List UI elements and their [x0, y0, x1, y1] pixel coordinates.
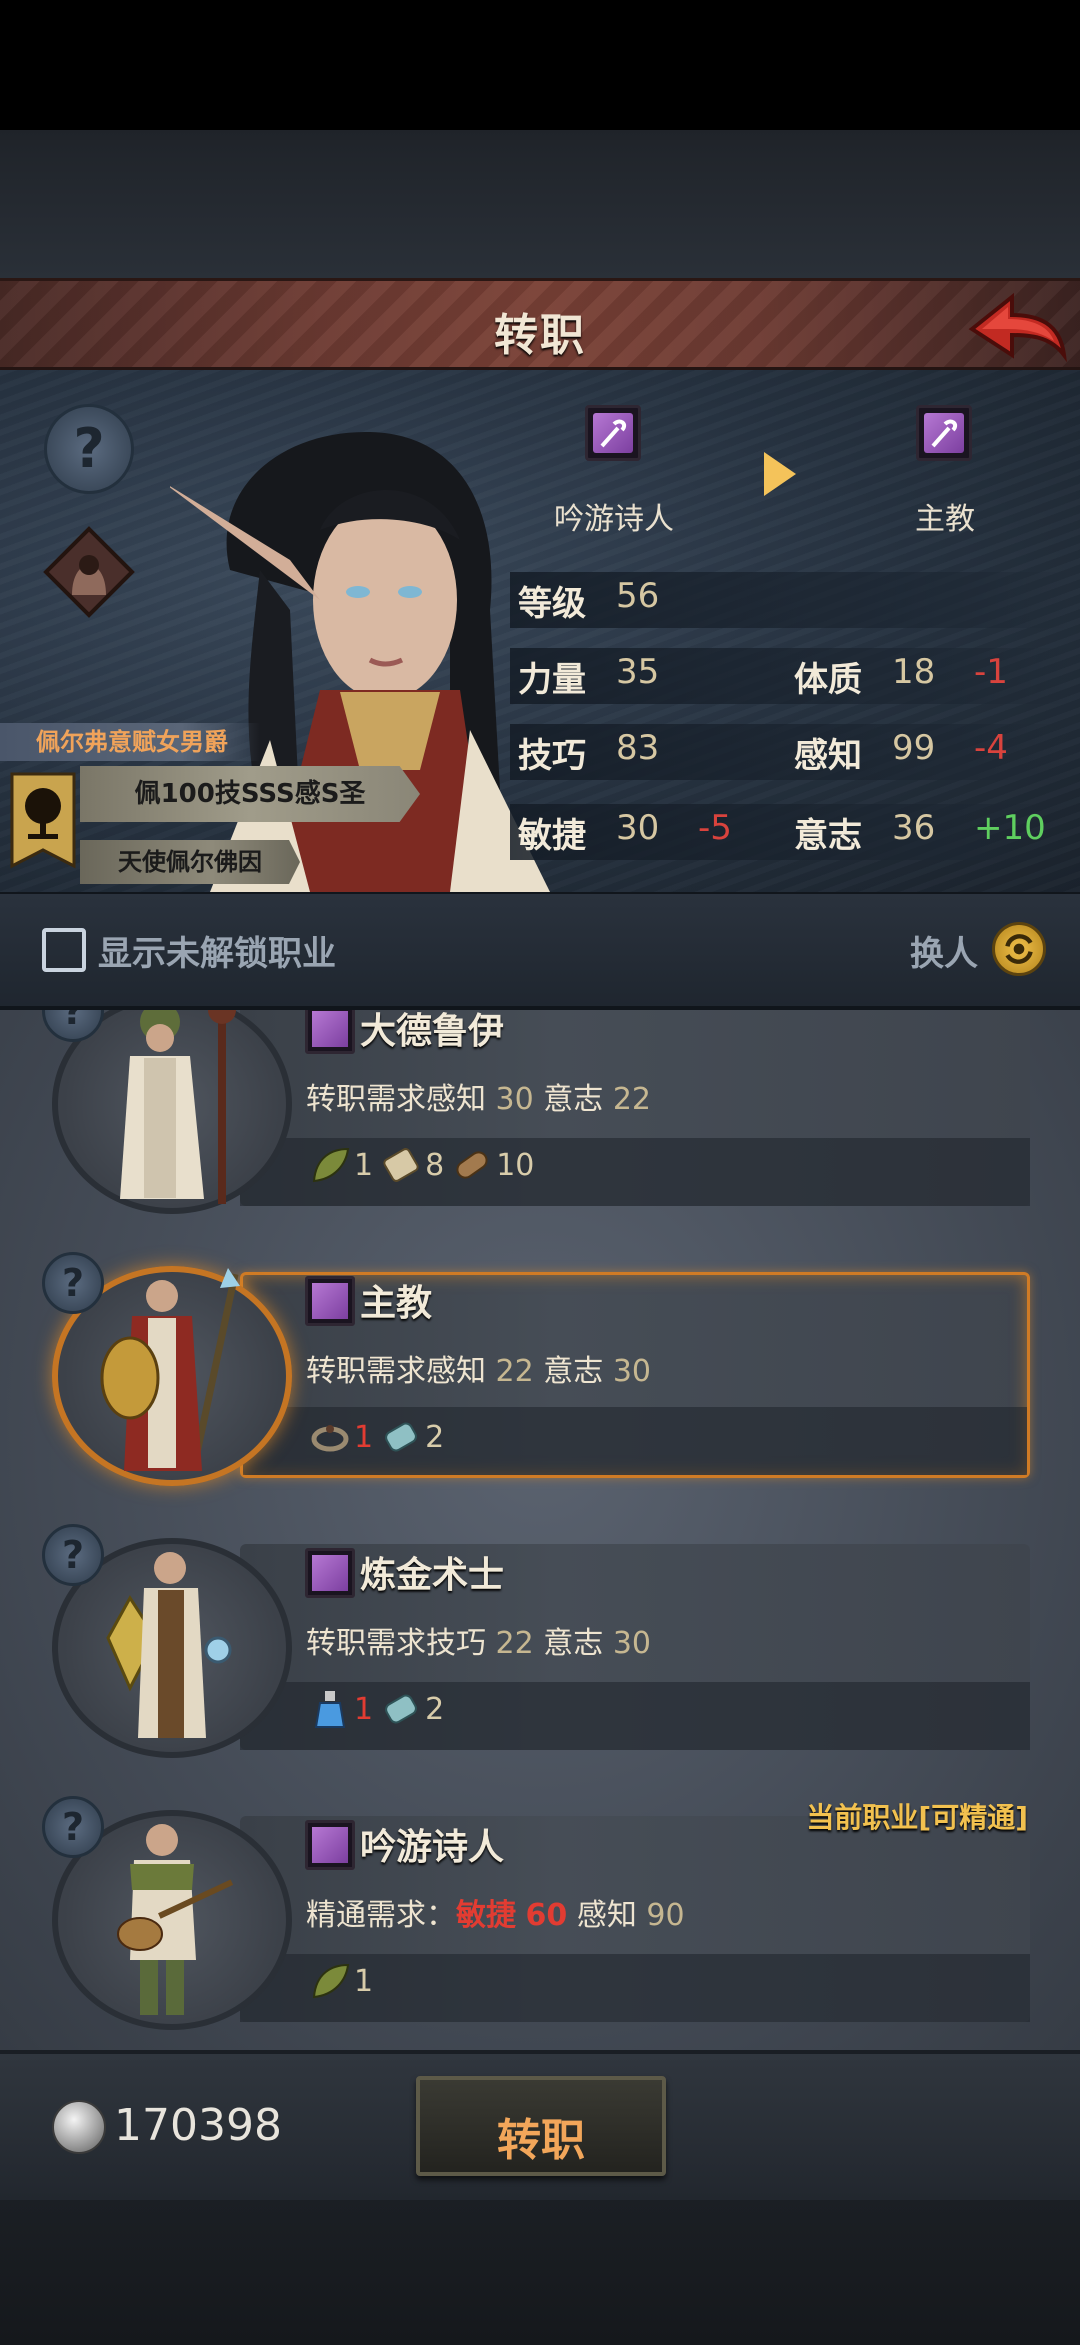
cloth-icon [385, 1422, 418, 1452]
bottom-backdrop [0, 2200, 1080, 2345]
class-card-archdruid[interactable]: ? 大德鲁伊 转职需求感知 30 意志 22 1 8 10 [0, 1010, 1080, 1220]
material-item: 2 [379, 1415, 444, 1459]
perception-label: 感知 [794, 736, 862, 776]
currency-amount: 170398 [114, 2100, 282, 2151]
class-card-alchemist[interactable]: ? 炼金术士 转职需求技巧 22 意志 30 1 2 [0, 1524, 1080, 1764]
will-delta: +10 [974, 808, 1046, 848]
material-item: 1 [308, 1687, 373, 1731]
back-arrow-icon[interactable] [968, 289, 1068, 365]
material-item: 8 [379, 1143, 444, 1187]
character-title-secondary: 天使佩尔佛因 [80, 840, 300, 884]
staff-icon [585, 405, 641, 461]
strength-label: 力量 [518, 660, 586, 700]
staff-icon [916, 405, 972, 461]
skill-value: 83 [616, 728, 660, 768]
staff-icon [305, 1548, 355, 1598]
leaf-icon [312, 1147, 350, 1183]
material-list: 1 8 10 [308, 1140, 540, 1190]
requirement-text: 精通需求：敏捷 60 感知 90 [306, 1898, 685, 1933]
alchemist-figure [106, 1552, 232, 1738]
show-locked-checkbox[interactable] [42, 928, 86, 972]
title-bar: 转职 [0, 278, 1080, 370]
current-class-tag: 当前职业[可精通] [806, 1801, 1028, 1834]
swap-character-icon[interactable] [992, 922, 1046, 976]
ring-icon [311, 1425, 349, 1452]
material-item: 2 [379, 1687, 444, 1731]
material-list: 1 2 [308, 1684, 450, 1734]
class-name: 炼金术士 [360, 1555, 505, 1596]
material-list: 1 2 [308, 1412, 450, 1462]
requirement-text: 转职需求感知 30 意志 22 [306, 1082, 652, 1117]
requirement-text: 转职需求感知 22 意志 30 [306, 1354, 652, 1389]
top-backdrop [0, 130, 1080, 280]
cloth-icon [385, 1694, 418, 1724]
page-title: 转职 [494, 310, 586, 361]
arrow-right-icon [764, 452, 796, 496]
constitution-value: 18 [892, 652, 936, 692]
skill-label: 技巧 [518, 736, 586, 776]
class-name: 大德鲁伊 [360, 1011, 505, 1052]
material-item: 1 [308, 1415, 373, 1459]
swap-character-label[interactable]: 换人 [910, 926, 978, 975]
agility-label: 敏捷 [518, 816, 586, 856]
silver-coin-icon [52, 2100, 106, 2154]
agility-value: 30 [616, 808, 660, 848]
class-list[interactable]: ? 大德鲁伊 转职需求感知 30 意志 22 1 8 10 ? 主教 转职需求感… [0, 1010, 1080, 2050]
help-icon[interactable]: ? [42, 1252, 104, 1314]
material-list: 1 [308, 1956, 379, 2006]
class-card-bishop[interactable]: ? 主教 转职需求感知 22 意志 30 1 2 [0, 1252, 1080, 1492]
show-locked-label[interactable]: 显示未解锁职业 [98, 926, 336, 975]
scroll-icon [383, 1148, 419, 1182]
constitution-label: 体质 [794, 660, 862, 700]
character-title-primary: 佩100技SSS感S圣 [80, 766, 420, 822]
tree-banner-icon [10, 772, 76, 869]
staff-icon [305, 1010, 355, 1054]
material-item: 10 [450, 1143, 534, 1187]
strength-value: 35 [616, 652, 660, 692]
noble-title: 佩尔弗意赋女男爵 [0, 723, 260, 761]
level-value: 56 [616, 576, 660, 616]
current-class-name: 吟游诗人 [554, 502, 674, 537]
material-item: 1 [308, 1143, 373, 1187]
material-item: 1 [308, 1959, 373, 2003]
leaf-icon [312, 1963, 350, 1999]
help-icon[interactable]: ? [44, 404, 134, 494]
target-class-name: 主教 [915, 502, 975, 537]
class-card-bard[interactable]: ? 当前职业[可精通] 吟游诗人 精通需求：敏捷 60 感知 90 1 [0, 1796, 1080, 2036]
potion-icon [314, 1691, 346, 1728]
wood-log-icon [456, 1151, 488, 1179]
class-name: 主教 [360, 1283, 433, 1324]
perception-delta: -4 [974, 728, 1008, 768]
agility-delta: -5 [698, 808, 732, 848]
help-icon[interactable]: ? [42, 1524, 104, 1586]
perception-value: 99 [892, 728, 936, 768]
archdruid-figure [120, 1010, 236, 1204]
will-value: 36 [892, 808, 936, 848]
confirm-button-label: 转职 [497, 2115, 585, 2166]
bishop-figure [100, 1268, 240, 1471]
staff-icon [305, 1276, 355, 1326]
stat-row [510, 572, 1070, 628]
status-area [0, 0, 1080, 130]
help-icon[interactable]: ? [42, 1796, 104, 1858]
confirm-class-change-button[interactable]: 转职 [416, 2076, 666, 2176]
constitution-delta: -1 [974, 652, 1008, 692]
staff-icon [305, 1820, 355, 1870]
level-label: 等级 [518, 584, 586, 624]
will-label: 意志 [794, 816, 862, 856]
hooded-figure-icon[interactable] [42, 525, 137, 620]
bard-figure [117, 1824, 234, 2015]
class-name: 吟游诗人 [360, 1827, 505, 1868]
requirement-text: 转职需求技巧 22 意志 30 [306, 1626, 652, 1661]
